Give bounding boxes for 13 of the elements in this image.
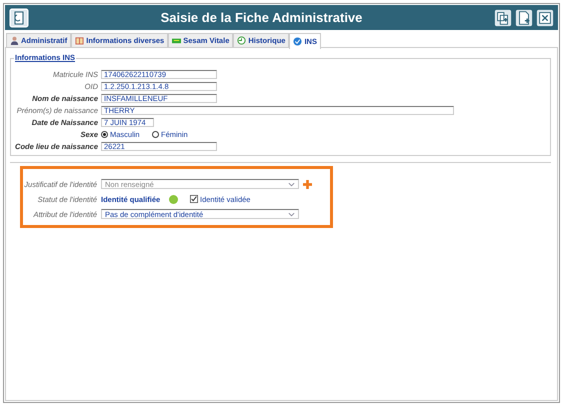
close-icon[interactable] — [536, 8, 554, 26]
copy-add-icon[interactable] — [494, 8, 512, 26]
chevron-down-icon — [288, 182, 295, 186]
book-icon — [75, 36, 84, 45]
plus-icon[interactable] — [303, 180, 312, 188]
checkbox[interactable] — [190, 195, 198, 203]
chevron-down-icon — [288, 212, 295, 216]
window-title: Saisie de la Fiche Administrative — [160, 10, 364, 25]
card-icon — [172, 36, 182, 45]
document-add-icon[interactable] — [515, 8, 533, 26]
person-icon — [10, 36, 19, 45]
document-icon — [9, 8, 29, 28]
check-circle-icon — [293, 37, 302, 46]
